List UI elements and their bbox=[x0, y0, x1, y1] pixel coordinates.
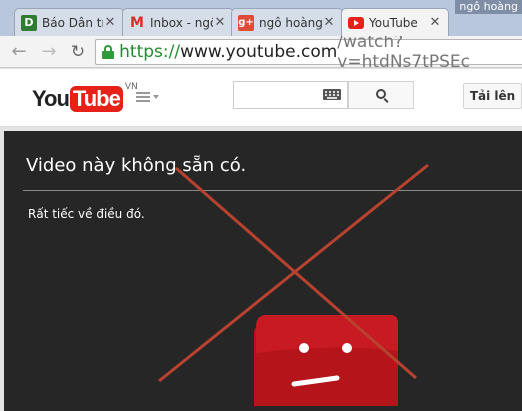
url-path: /watch?v=htdNs7tPSEc bbox=[337, 32, 471, 72]
youtube-logo[interactable]: You Tube VN bbox=[32, 82, 138, 112]
logo-you: You bbox=[32, 86, 70, 111]
forward-arrow-icon[interactable]: → bbox=[38, 42, 60, 62]
tab-title: Inbox - ngô bbox=[150, 15, 213, 30]
tab-gmail[interactable]: M Inbox - ngô ✕ bbox=[122, 8, 234, 36]
tab-youtube[interactable]: YouTube ✕ bbox=[341, 8, 449, 36]
youtube-masthead: You Tube VN Tải lên bbox=[0, 69, 522, 127]
gmail-m-icon: M bbox=[130, 14, 144, 31]
google-plus-icon: g+ bbox=[238, 14, 254, 31]
dantri-d-icon: D bbox=[21, 14, 37, 31]
back-arrow-icon[interactable]: ← bbox=[8, 42, 30, 62]
sad-tv-icon bbox=[254, 315, 398, 406]
close-icon[interactable]: ✕ bbox=[428, 15, 442, 30]
close-icon[interactable]: ✕ bbox=[213, 15, 227, 30]
youtube-play-icon bbox=[348, 15, 364, 31]
close-icon[interactable]: ✕ bbox=[322, 15, 336, 30]
keyboard-icon[interactable] bbox=[323, 89, 341, 100]
url-scheme: https:// bbox=[119, 42, 181, 62]
guide-menu-icon[interactable] bbox=[134, 89, 162, 105]
overlay-cross bbox=[158, 163, 429, 406]
browser-toolbar: ← → ↻ https://www.youtube.com/watch?v=ht… bbox=[0, 32, 522, 72]
lock-icon bbox=[102, 45, 114, 59]
logo-tube: Tube bbox=[69, 86, 123, 112]
tab-title: ngô hoàng bbox=[259, 15, 322, 30]
video-player[interactable]: Video này không sẵn có. Rất tiếc về điều… bbox=[4, 131, 522, 411]
address-bar[interactable]: https://www.youtube.com/watch?v=htdNs7tP… bbox=[95, 32, 522, 72]
search-button[interactable] bbox=[348, 81, 414, 109]
upload-button[interactable]: Tải lên bbox=[463, 83, 522, 109]
url-host: www.youtube.com bbox=[180, 42, 338, 62]
profile-name[interactable]: ngô hoàng bbox=[455, 0, 522, 14]
tab-dantri[interactable]: D Báo Dân trí ✕ bbox=[14, 8, 124, 36]
close-icon[interactable]: ✕ bbox=[103, 15, 117, 30]
tab-title: Báo Dân trí bbox=[42, 15, 103, 30]
tab-google-plus[interactable]: g+ ngô hoàng ✕ bbox=[231, 8, 343, 36]
search-icon bbox=[376, 89, 386, 99]
tab-title: YouTube bbox=[369, 15, 418, 30]
reload-icon[interactable]: ↻ bbox=[67, 42, 89, 62]
tab-strip: ngô hoàng D Báo Dân trí ✕ M Inbox - ngô … bbox=[0, 0, 522, 36]
